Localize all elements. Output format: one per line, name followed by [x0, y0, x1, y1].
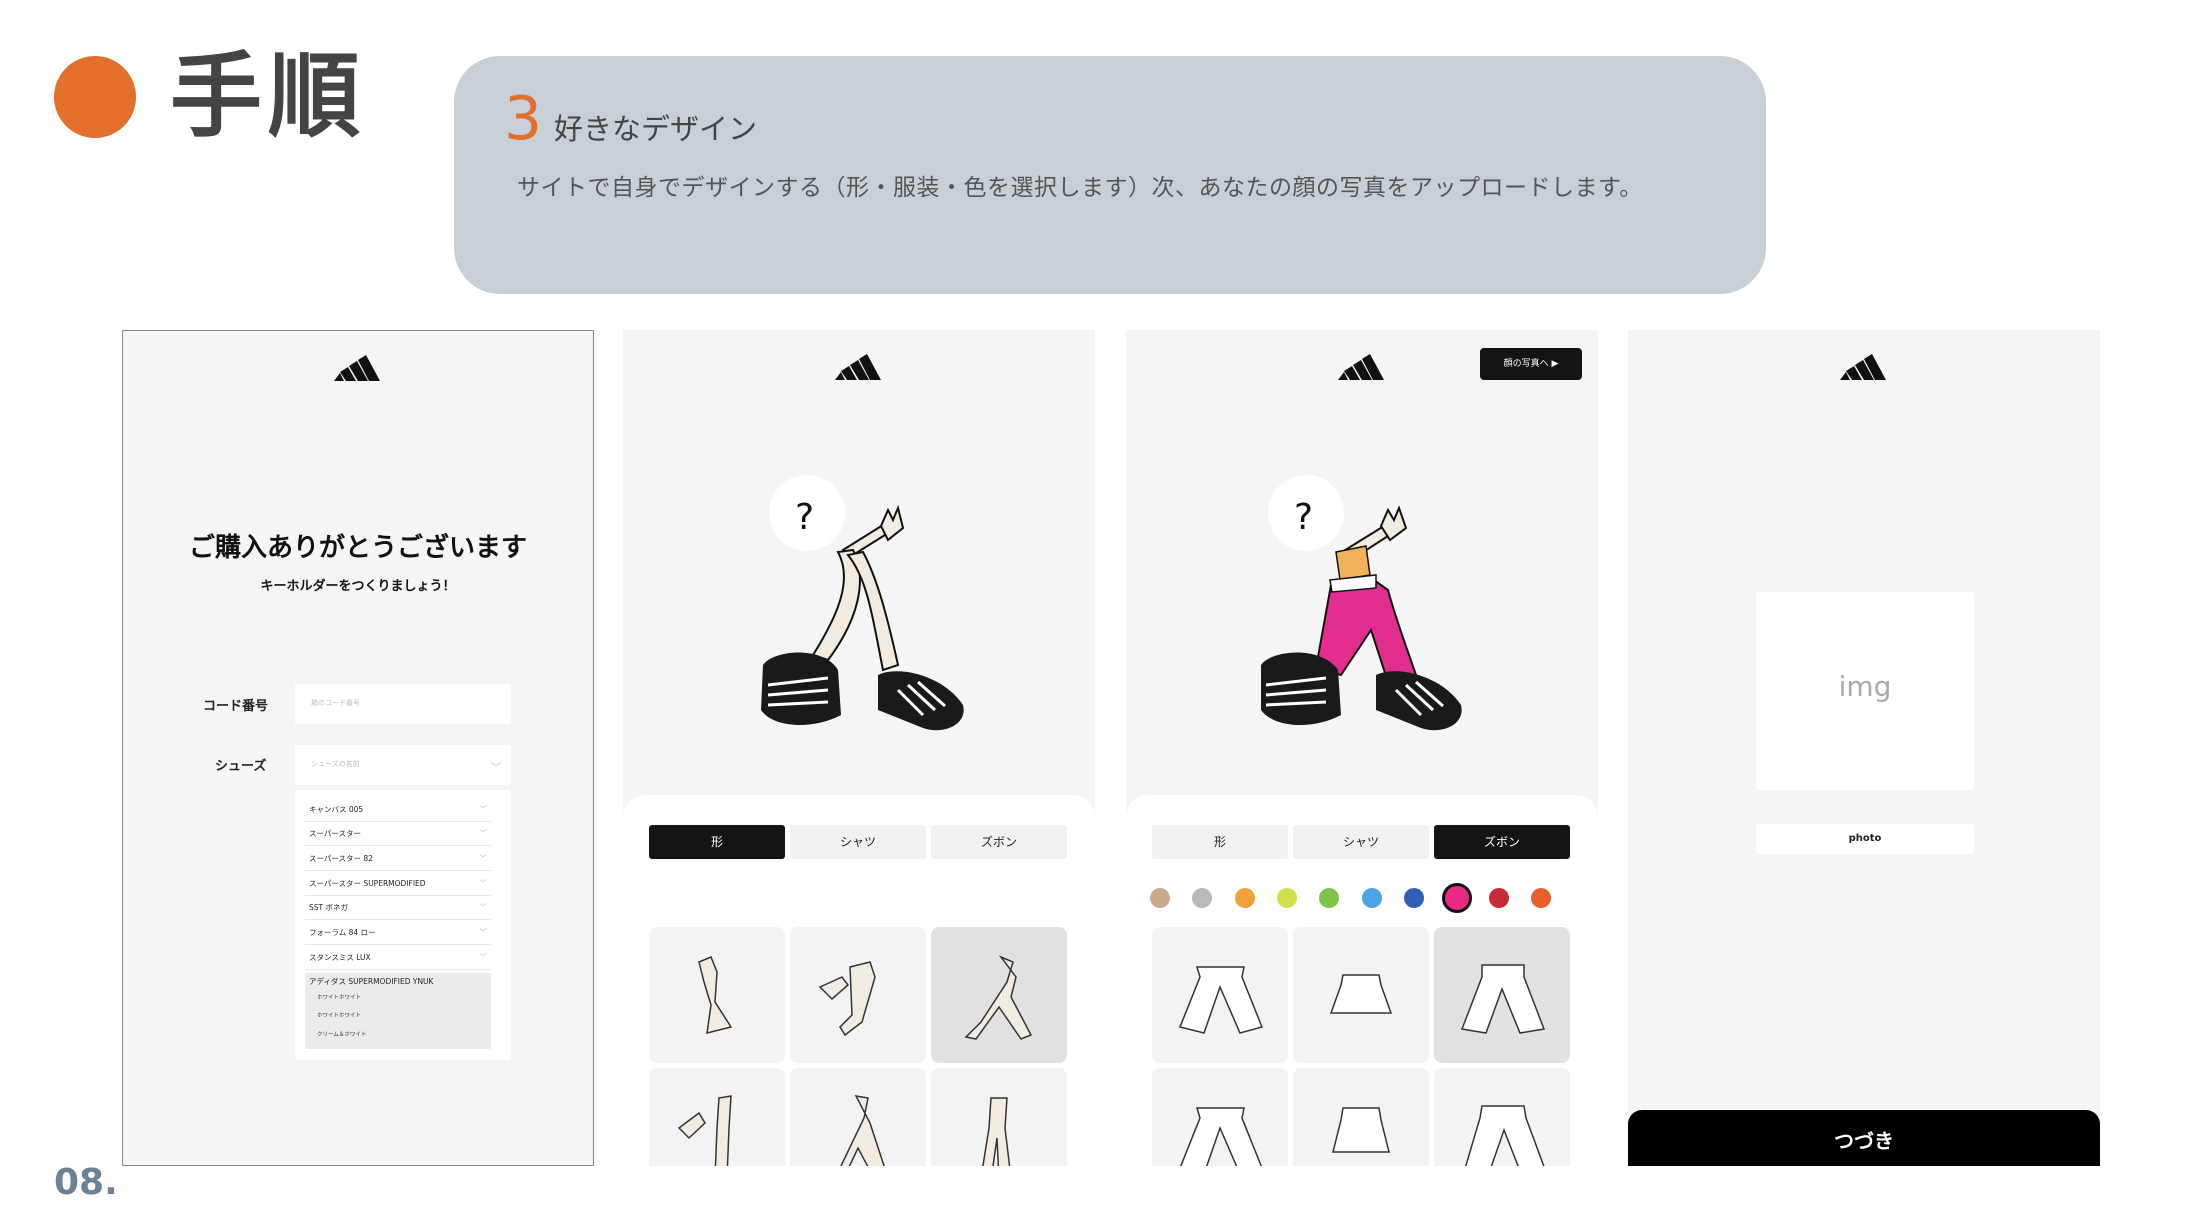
color-swatch[interactable]: [1531, 888, 1551, 908]
character-preview: ?: [1261, 475, 1462, 731]
color-swatch[interactable]: [1404, 888, 1424, 908]
image-placeholder[interactable]: img: [1756, 592, 1974, 790]
pants-option[interactable]: [1434, 1068, 1570, 1166]
chevron-down-icon: ﹀: [479, 928, 487, 937]
tab-shape[interactable]: 形: [649, 825, 785, 859]
pants-option[interactable]: [1152, 927, 1288, 1063]
color-swatch[interactable]: [1319, 888, 1339, 908]
thanks-subheading: キーホルダーをつくりましょう！: [260, 579, 456, 594]
group-item[interactable]: ホワイトホワイト: [317, 993, 361, 1001]
color-swatch[interactable]: [1192, 888, 1212, 908]
color-swatch[interactable]: [1277, 888, 1297, 908]
tab-bar: 形 シャツ ズボン: [649, 825, 1069, 859]
dropdown-option[interactable]: スタンスミス LUX ﹀: [305, 946, 491, 970]
page-number: 08.: [54, 1162, 118, 1203]
shape-option[interactable]: [649, 1068, 785, 1166]
step-title: 好きなデザイン: [554, 112, 758, 146]
chevron-down-icon: ﹀: [479, 805, 487, 814]
dropdown-option-group[interactable]: アディダス SUPERMODIFIED YNUK ホワイトホワイト ホワイトホワ…: [305, 973, 491, 1049]
pants-option[interactable]: [1293, 927, 1429, 1063]
shape-option[interactable]: [931, 1068, 1067, 1166]
shape-option[interactable]: [931, 927, 1067, 1063]
group-item[interactable]: ホワイトホワイト: [317, 1011, 361, 1019]
page-title: 手順: [170, 43, 367, 150]
character-preview: ?: [761, 475, 964, 731]
adidas-logo-icon: [334, 355, 380, 381]
dropdown-option[interactable]: フォーラム 84 ロー ﹀: [305, 921, 491, 945]
screen-design-shape: ? 形 シャツ ズボン: [623, 330, 1095, 1166]
chevron-down-icon: ﹀: [491, 763, 501, 774]
photo-upload-button[interactable]: photo: [1756, 824, 1974, 854]
tab-shirt[interactable]: シャツ: [790, 825, 926, 859]
color-swatch[interactable]: [1489, 888, 1509, 908]
group-title: アディダス SUPERMODIFIED YNUK: [309, 977, 434, 986]
shape-option[interactable]: [790, 927, 926, 1063]
color-swatch-selected[interactable]: [1442, 883, 1472, 913]
code-label: コード番号: [203, 699, 269, 714]
dropdown-option[interactable]: スーパースター SUPERMODIFIED ﹀: [305, 872, 491, 896]
shoes-label: シューズ: [215, 759, 267, 774]
tab-bar: 形 シャツ ズボン: [1152, 825, 1572, 859]
screen-photo-upload: img photo つづき: [1628, 330, 2100, 1166]
screen-purchase-form: ご購入ありがとうございます キーホルダーをつくりましょう！ コード番号 箱のコー…: [122, 330, 594, 1166]
color-swatch[interactable]: [1150, 888, 1170, 908]
color-swatch[interactable]: [1235, 888, 1255, 908]
tab-pants[interactable]: ズボン: [931, 825, 1067, 859]
options-panel: 形 シャツ ズボン: [623, 795, 1095, 1166]
shape-option[interactable]: [649, 927, 785, 1063]
step-number: 3: [504, 84, 543, 154]
chevron-down-icon: ﹀: [479, 903, 487, 912]
dropdown-option[interactable]: キャンバス 005 ﹀: [305, 798, 491, 822]
svg-text:?: ?: [1294, 497, 1313, 538]
next-button[interactable]: つづき: [1628, 1110, 2100, 1166]
orange-dot-icon: [54, 56, 136, 138]
image-placeholder-label: img: [1838, 670, 1892, 703]
pants-option[interactable]: [1293, 1068, 1429, 1166]
group-item[interactable]: クリーム＆ホワイト: [317, 1030, 366, 1038]
pants-option[interactable]: [1152, 1068, 1288, 1166]
tab-shape[interactable]: 形: [1152, 825, 1288, 859]
chevron-down-icon: ﹀: [479, 879, 487, 888]
dropdown-option[interactable]: スーパースター 82 ﹀: [305, 847, 491, 871]
shoes-placeholder: シューズの名前: [311, 760, 360, 768]
step-description: サイトで自身でデザインする（形・服装・色を選択します）次、あなたの顔の写真をアッ…: [517, 175, 1643, 201]
shoes-dropdown: キャンバス 005 ﹀ スーパースター ﹀ スーパースター 82 ﹀ スーパースター …: [295, 790, 511, 1060]
chevron-down-icon: ﹀: [479, 953, 487, 962]
dropdown-option[interactable]: スーパースター ﹀: [305, 822, 491, 846]
screen-design-pants: 顔の写真へ ▶ ? 形 シャツ ズボン: [1126, 330, 1598, 1166]
tab-shirt[interactable]: シャツ: [1293, 825, 1429, 859]
chevron-down-icon: ﹀: [479, 854, 487, 863]
step-callout: 3 好きなデザイン サイトで自身でデザインする（形・服装・色を選択します）次、あ…: [454, 56, 1766, 294]
svg-text:?: ?: [795, 497, 814, 538]
options-panel: 形 シャツ ズボン: [1126, 795, 1598, 1166]
dropdown-option[interactable]: SST ボネガ ﹀: [305, 896, 491, 920]
thanks-heading: ご購入ありがとうございます: [188, 533, 527, 563]
shape-option[interactable]: [790, 1068, 926, 1166]
code-placeholder: 箱のコード番号: [311, 699, 360, 707]
adidas-logo-icon: [1840, 354, 1886, 380]
chevron-down-icon: ﹀: [479, 829, 487, 838]
code-input[interactable]: 箱のコード番号: [295, 684, 511, 724]
shoes-select[interactable]: シューズの名前 ﹀: [295, 745, 511, 785]
pants-option[interactable]: [1434, 927, 1570, 1063]
color-swatch[interactable]: [1362, 888, 1382, 908]
tab-pants[interactable]: ズボン: [1434, 825, 1570, 859]
